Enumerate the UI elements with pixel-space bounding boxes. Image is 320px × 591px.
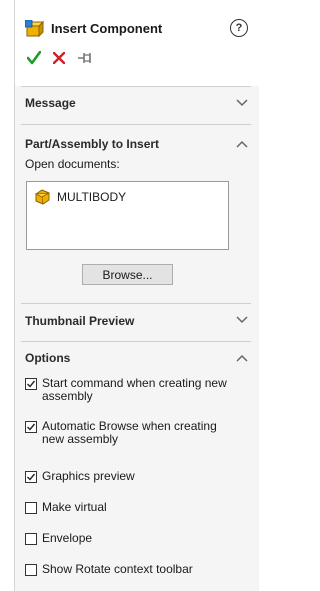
open-documents-label: Open documents:: [25, 157, 120, 171]
help-icon[interactable]: ?: [230, 19, 248, 37]
list-item[interactable]: MULTIBODY: [33, 188, 126, 206]
option-label: Envelope: [42, 531, 93, 545]
open-documents-list[interactable]: MULTIBODY: [26, 181, 229, 250]
document-name: MULTIBODY: [57, 190, 127, 204]
option-show-rotate-toolbar[interactable]: Show Rotate context toolbar: [25, 563, 232, 576]
panel-header: Insert Component ?: [15, 0, 259, 86]
option-label: Show Rotate context toolbar: [42, 562, 193, 576]
option-automatic-browse[interactable]: Automatic Browse when creating new assem…: [25, 420, 232, 446]
option-make-virtual[interactable]: Make virtual: [25, 501, 232, 514]
chevron-up-icon[interactable]: [236, 140, 248, 148]
options-section-title[interactable]: Options: [25, 351, 70, 365]
option-envelope[interactable]: Envelope: [25, 532, 232, 545]
property-manager-panel: Insert Component ? Message Part/Assembly…: [14, 0, 259, 591]
option-label: Automatic Browse when creating new assem…: [42, 419, 217, 446]
divider: [21, 303, 251, 304]
option-label: Graphics preview: [42, 469, 135, 483]
message-section-title[interactable]: Message: [25, 96, 76, 110]
insert-component-icon: [25, 20, 45, 38]
option-start-command[interactable]: Start command when creating new assembly: [25, 377, 232, 403]
panel-title: Insert Component: [51, 21, 163, 36]
checkbox-unchecked[interactable]: [25, 564, 37, 576]
checkbox-unchecked[interactable]: [25, 502, 37, 514]
chevron-up-icon[interactable]: [236, 354, 248, 362]
checkbox-checked[interactable]: [25, 421, 37, 433]
option-label: Start command when creating new assembly: [42, 376, 227, 403]
checkbox-checked[interactable]: [25, 378, 37, 390]
part-icon: [34, 189, 50, 205]
checkbox-checked[interactable]: [25, 471, 37, 483]
option-graphics-preview[interactable]: Graphics preview: [25, 470, 232, 483]
thumbnail-section-title[interactable]: Thumbnail Preview: [25, 314, 134, 328]
pushpin-icon[interactable]: [78, 52, 94, 64]
divider: [21, 341, 251, 342]
part-assembly-section-title[interactable]: Part/Assembly to Insert: [25, 137, 159, 151]
chevron-down-icon[interactable]: [236, 316, 248, 324]
browse-button[interactable]: Browse...: [82, 264, 173, 285]
chevron-down-icon[interactable]: [236, 99, 248, 107]
option-label: Make virtual: [42, 500, 107, 514]
divider: [21, 86, 251, 87]
divider: [21, 124, 251, 125]
checkbox-unchecked[interactable]: [25, 533, 37, 545]
ok-check-icon[interactable]: [27, 51, 41, 65]
cancel-x-icon[interactable]: [53, 52, 65, 64]
